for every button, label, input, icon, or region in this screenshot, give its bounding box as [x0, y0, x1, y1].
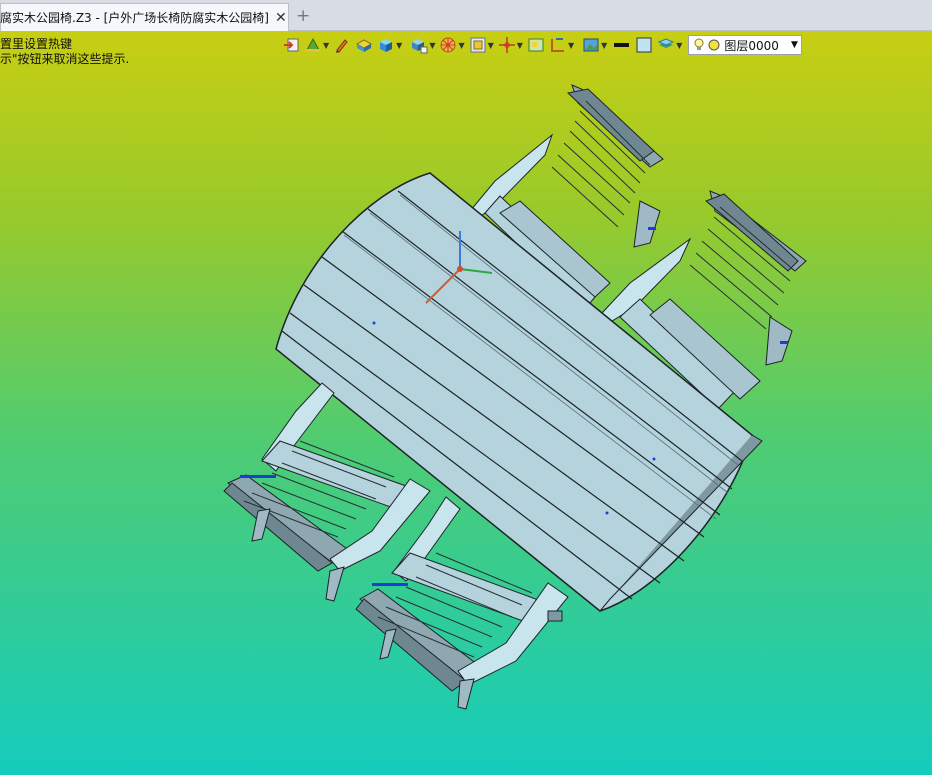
close-icon[interactable]: ✕	[275, 10, 287, 26]
new-tab-button[interactable]: +	[296, 6, 310, 26]
tab-bar: 腐实木公园椅.Z3 - [户外广场长椅防腐实木公园椅] ✕ +	[0, 0, 932, 31]
park-furniture-model	[223, 84, 807, 710]
document-tab-title: 腐实木公园椅.Z3 - [户外广场长椅防腐实木公园椅]	[0, 11, 269, 25]
3d-viewport[interactable]: 置里设置热键 示"按钮来取消这些提示. ▼ ▼ ▼ ▼ ▼ ▼ ▼ ▼ ▼ 图层…	[0, 31, 932, 775]
document-tab[interactable]: 腐实木公园椅.Z3 - [户外广场长椅防腐实木公园椅] ✕	[0, 3, 289, 31]
